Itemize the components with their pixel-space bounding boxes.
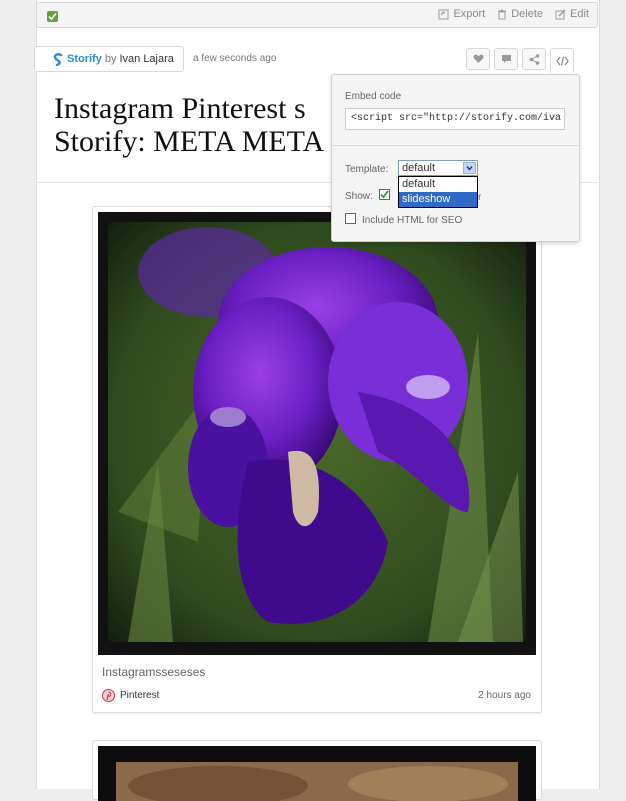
chevron-down-icon[interactable] [463,162,476,174]
trash-icon [498,9,507,19]
pencil-icon [555,8,566,19]
template-select[interactable]: default [398,160,478,176]
code-icon [555,56,569,66]
edit-label: Edit [570,8,589,20]
template-option-slideshow[interactable]: slideshow [399,192,477,207]
embed-code-field[interactable]: <script src="http://storify.com/iva [345,108,565,130]
storify-logo-text: Storify [67,53,102,65]
story-toolbar: Export Delete Edit [36,2,598,28]
export-label: Export [453,8,486,20]
show-checkbox[interactable] [379,189,390,200]
export-button[interactable]: Export [438,8,485,20]
card-source[interactable]: Pinterest [102,689,159,702]
card-caption: Instagramsseseses [102,665,206,679]
story-title-line2: Storify: META META [54,125,325,158]
embed-code-label: Embed code [345,91,402,102]
published-check-icon[interactable] [47,11,58,22]
story-title-line1: Instagram Pinterest s [54,92,306,125]
storify-author-badge[interactable]: Storify by Ivan Lajara [34,46,184,72]
template-label: Template: [345,164,389,175]
edit-button[interactable]: Edit [555,8,589,20]
storify-logo-icon [53,53,63,66]
share-button[interactable] [522,48,546,70]
card-time: 2 hours ago [478,690,531,701]
next-photo[interactable] [98,746,536,801]
seo-checkbox[interactable] [345,213,356,224]
story-timestamp: a few seconds ago [193,53,277,64]
seo-label: Include HTML for SEO [362,215,463,226]
story-element-card-2 [92,740,542,801]
template-option-default[interactable]: default [399,177,477,192]
like-button[interactable] [466,48,490,70]
template-options-list: default slideshow [398,176,478,208]
embed-panel-separator [332,145,579,146]
by-text: by [104,53,117,65]
export-icon [438,9,449,19]
embed-button[interactable] [550,48,574,74]
pinterest-icon [102,689,115,702]
iris-photo[interactable] [98,212,536,655]
template-selected-value: default [402,162,436,174]
delete-button[interactable]: Delete [497,8,543,20]
heart-icon [472,54,484,63]
comment-button[interactable] [494,48,518,70]
delete-label: Delete [511,8,544,20]
embed-panel: Embed code <script src="http://storify.c… [331,74,580,242]
card-source-name: Pinterest [120,690,160,701]
comment-icon [501,55,511,63]
story-element-card: Instagramsseseses Pinterest 2 hours ago [92,206,542,713]
show-option-label: r [478,192,482,203]
author-name: Ivan Lajara [119,53,174,65]
share-icon [529,53,539,65]
show-label: Show: [345,191,373,202]
